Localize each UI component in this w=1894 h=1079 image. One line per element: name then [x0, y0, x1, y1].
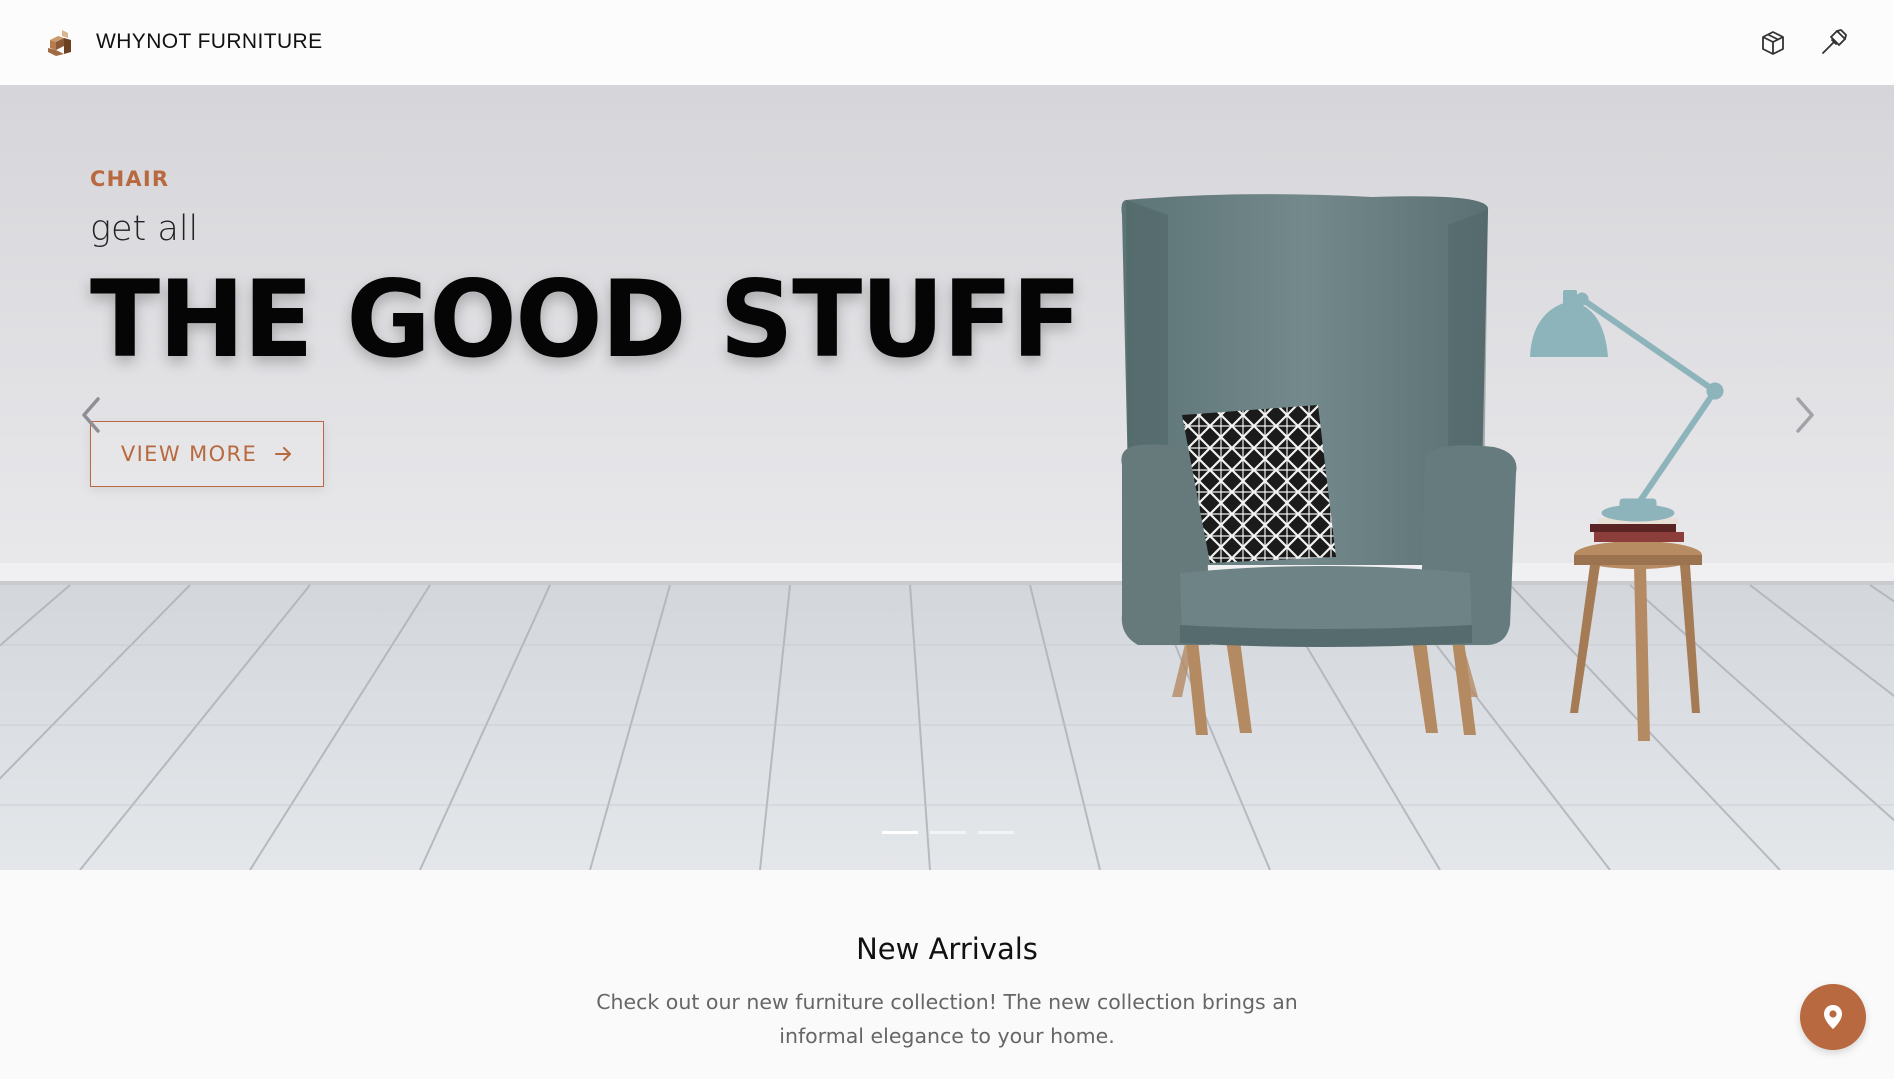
new-arrivals-description: Check out our new furniture collection! …	[596, 990, 1298, 1048]
view-more-label: VIEW MORE	[120, 442, 258, 466]
site-header: WHYNOT FURNITURE	[0, 0, 1894, 86]
brand-name: WHYNOT FURNITURE	[96, 30, 323, 53]
hero-subtitle: get all	[90, 209, 199, 249]
hero-carousel: CHAIR get all THE GOOD STUFF VIEW MORE	[0, 85, 1894, 870]
map-pin-icon	[1824, 1005, 1842, 1029]
location-fab-button[interactable]	[1800, 984, 1866, 1050]
carousel-next-button[interactable]	[1786, 385, 1826, 445]
hero-headline: THE GOOD STUFF	[90, 258, 1082, 381]
hero-caption: CHAIR get all THE GOOD STUFF VIEW MORE	[90, 167, 1111, 487]
arrow-right-icon	[275, 447, 292, 461]
hammer-icon[interactable]	[1817, 27, 1849, 59]
carousel-indicator-1[interactable]	[882, 831, 918, 834]
new-arrivals-title: New Arrivals	[856, 932, 1038, 966]
armchair-logo-icon	[48, 30, 71, 56]
cube-icon[interactable]	[1757, 27, 1789, 59]
carousel-indicators	[882, 831, 1014, 834]
hero-category: CHAIR	[90, 167, 170, 191]
chevron-left-icon	[82, 397, 100, 433]
carousel-indicator-2[interactable]	[930, 831, 966, 834]
brand[interactable]: WHYNOT FURNITURE	[44, 26, 323, 58]
carousel-prev-button[interactable]	[70, 385, 110, 445]
carousel-indicator-3[interactable]	[978, 831, 1014, 834]
chevron-right-icon	[1796, 397, 1814, 433]
view-more-button[interactable]: VIEW MORE	[90, 421, 324, 487]
